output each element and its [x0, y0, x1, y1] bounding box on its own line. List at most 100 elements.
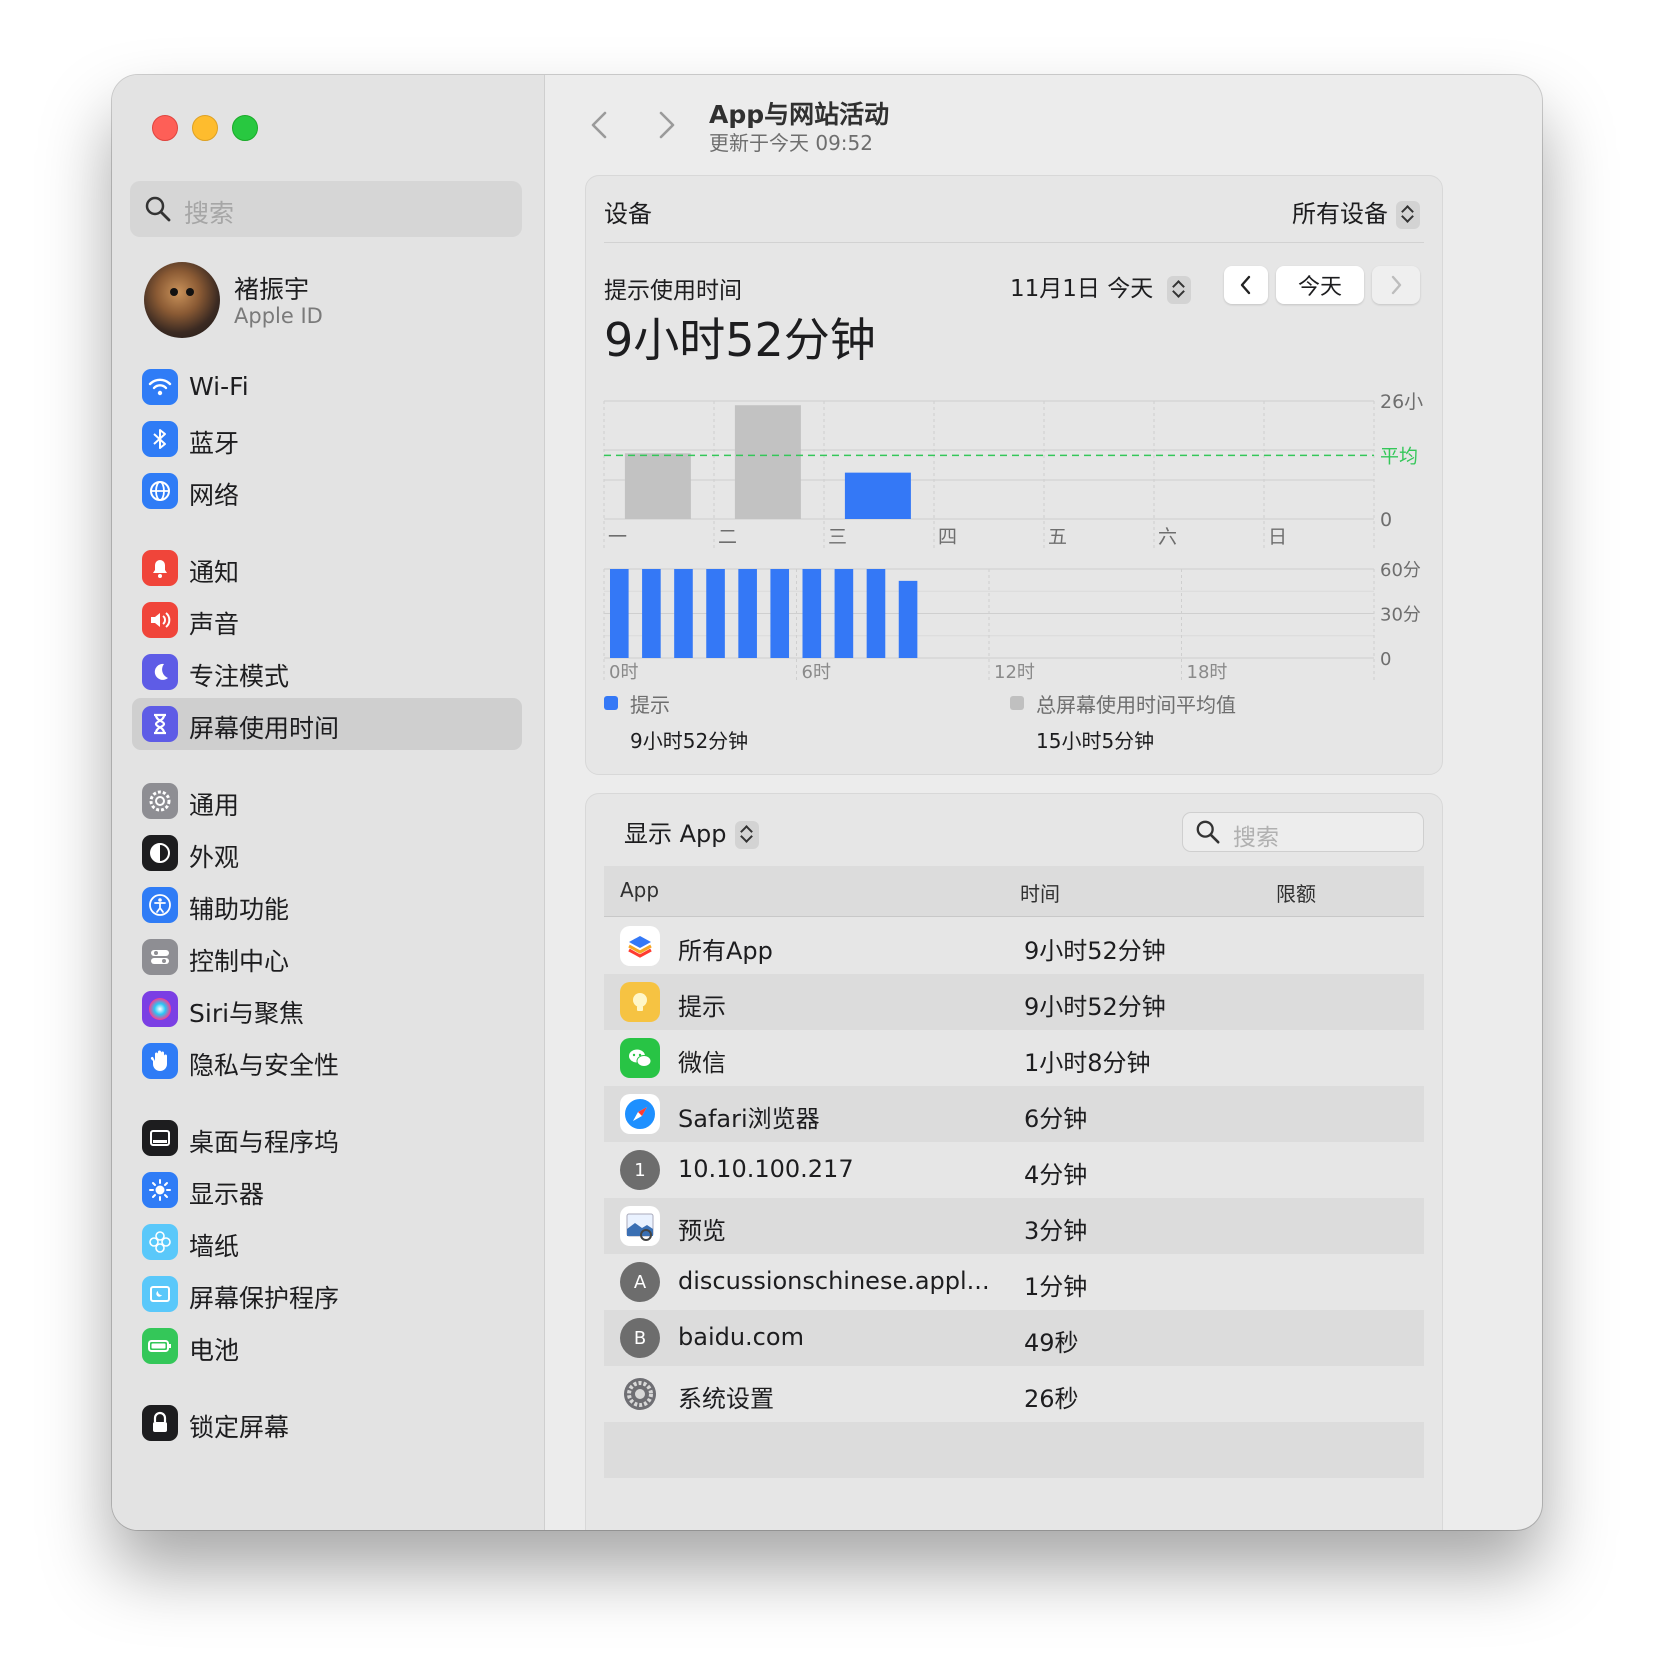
sidebar-item-label: 专注模式: [189, 662, 290, 691]
accessibility-icon: [142, 887, 178, 923]
safari-icon: [620, 1094, 660, 1134]
sidebar-item-sun[interactable]: 显示器: [132, 1164, 522, 1216]
table-row[interactable]: 微信 1小时8分钟: [604, 1030, 1424, 1086]
table-row[interactable]: 预览 3分钟: [604, 1198, 1424, 1254]
letter-avatar-icon: 1: [620, 1150, 660, 1190]
sidebar-item-screensaver[interactable]: 屏幕保护程序: [132, 1268, 522, 1320]
sidebar-item-moon[interactable]: 专注模式: [132, 646, 522, 698]
table-row[interactable]: 系统设置 26秒: [604, 1366, 1424, 1422]
hour-bar: [642, 569, 661, 658]
app-name: 10.10.100.217: [678, 1155, 854, 1183]
table-row[interactable]: [604, 1422, 1424, 1478]
sidebar-item-label: 电池: [189, 1336, 240, 1365]
zoom-button[interactable]: [232, 115, 258, 141]
x-tick-label: 12时: [994, 662, 1035, 683]
sidebar-item-label: Wi-Fi: [189, 372, 249, 401]
hour-bar: [610, 569, 629, 658]
table-row[interactable]: Bbaidu.com 49秒: [604, 1310, 1424, 1366]
sidebar-item-bluetooth[interactable]: 蓝牙: [132, 413, 522, 465]
show-apps-select[interactable]: 显示 App: [624, 814, 759, 849]
sun-icon: [142, 1172, 178, 1208]
apps-search-input[interactable]: 搜索: [1182, 812, 1424, 852]
sidebar: 搜索 褚振宇 Apple ID Wi-Fi 蓝牙 网络 通知 声音 专注模式 屏幕使用时间通…: [112, 75, 545, 1530]
x-tick-label: 18时: [1187, 662, 1228, 683]
table-row[interactable]: 所有App 9小时52分钟: [604, 918, 1424, 974]
dock-icon: [142, 1120, 178, 1156]
table-row[interactable]: 提示 9小时52分钟: [604, 974, 1424, 1030]
sidebar-item-label: 控制中心: [189, 947, 290, 976]
page-title: App与网站活动: [709, 100, 890, 129]
moon-icon: [142, 654, 178, 690]
minimize-button[interactable]: [192, 115, 218, 141]
search-icon: [1196, 820, 1220, 844]
letter-avatar-icon: A: [620, 1262, 660, 1302]
table-row[interactable]: Adiscussionschinese.appl... 1分钟: [604, 1254, 1424, 1310]
legend-label-tips: 提示: [630, 693, 670, 717]
screensaver-icon: [142, 1276, 178, 1312]
sidebar-item-gear[interactable]: 通用: [132, 775, 522, 827]
app-time: 1分钟: [1024, 1273, 1088, 1301]
avatar: [144, 262, 220, 338]
sidebar-item-label: 网络: [189, 481, 240, 510]
app-time: 6分钟: [1024, 1105, 1088, 1133]
sidebar-item-globe[interactable]: 网络: [132, 465, 522, 517]
column-header-app[interactable]: App: [620, 878, 659, 902]
sidebar-item-battery[interactable]: 电池: [132, 1320, 522, 1372]
sidebar-item-lock[interactable]: 锁定屏幕: [132, 1397, 522, 1449]
y-tick-label: 60分: [1380, 560, 1421, 581]
app-time: 9小时52分钟: [1024, 993, 1166, 1021]
hand-icon: [142, 1043, 178, 1079]
column-header-time[interactable]: 时间: [1020, 878, 1060, 907]
sidebar-item-siri[interactable]: Siri与聚焦: [132, 983, 522, 1035]
weekly-usage-chart: 一 二 三 四 五 六 日 平均 26小 0 0时 6时 12时 18时 60分 30分 0: [603, 391, 1423, 683]
hour-bar: [898, 580, 918, 658]
bell-icon: [142, 550, 178, 586]
app-name: 提示: [678, 993, 726, 1021]
close-button[interactable]: [152, 115, 178, 141]
appearance-icon: [142, 835, 178, 871]
x-tick-label: 四: [938, 526, 957, 548]
hour-bar: [674, 569, 693, 658]
search-placeholder: 搜索: [184, 199, 235, 228]
sidebar-item-label: Siri与聚焦: [189, 999, 305, 1028]
sidebar-search-input[interactable]: 搜索: [130, 181, 522, 237]
stepper-icon: [734, 821, 759, 849]
y-tick-label: 0: [1380, 509, 1392, 531]
control-center-icon: [142, 939, 178, 975]
column-header-limit[interactable]: 限额: [1276, 878, 1316, 907]
sidebar-item-label: 显示器: [189, 1180, 265, 1209]
app-time: 26秒: [1024, 1385, 1079, 1413]
sidebar-item-hand[interactable]: 隐私与安全性: [132, 1035, 522, 1087]
sidebar-item-hourglass[interactable]: 屏幕使用时间: [132, 698, 522, 750]
sidebar-item-speaker[interactable]: 声音: [132, 594, 522, 646]
usage-card: 设备 所有设备 提示使用时间 9小时52分钟 11月1日 今天 今天 一二三四五…: [585, 175, 1443, 775]
bar-一: [624, 453, 691, 519]
preview-icon: [620, 1206, 660, 1246]
sidebar-item-dock[interactable]: 桌面与程序坞: [132, 1112, 522, 1164]
speaker-icon: [142, 602, 178, 638]
sidebar-item-appearance[interactable]: 外观: [132, 827, 522, 879]
back-chevron-icon[interactable]: [585, 105, 615, 145]
hourglass-icon: [142, 706, 178, 742]
sidebar-item-control-center[interactable]: 控制中心: [132, 931, 522, 983]
x-tick-label: 一: [608, 526, 627, 548]
lock-icon: [142, 1405, 178, 1441]
table-row[interactable]: Safari浏览器 6分钟: [604, 1086, 1424, 1142]
forward-chevron-icon[interactable]: [651, 105, 681, 145]
app-name: discussionschinese.appl...: [678, 1267, 990, 1295]
legend-label-average: 总屏幕使用时间平均值: [1036, 693, 1236, 717]
legend-value-average: 15小时5分钟: [1036, 729, 1155, 753]
wifi-icon: [142, 369, 178, 405]
sidebar-item-wifi[interactable]: Wi-Fi: [132, 361, 522, 413]
sidebar-item-bell[interactable]: 通知: [132, 542, 522, 594]
sidebar-item-flower[interactable]: 墙纸: [132, 1216, 522, 1268]
table-row[interactable]: 1 10.10.100.217 4分钟: [604, 1142, 1424, 1198]
sidebar-item-label: 墙纸: [189, 1232, 240, 1261]
table-header: App 时间 限额: [604, 866, 1424, 917]
bar-三: [844, 472, 911, 519]
sidebar-item-accessibility[interactable]: 辅助功能: [132, 879, 522, 931]
main-content: App与网站活动 更新于今天 09:52 设备 所有设备 提示使用时间 9小时5…: [545, 75, 1542, 1530]
hour-bar: [738, 569, 757, 658]
app-time: 49秒: [1024, 1329, 1079, 1357]
sidebar-item-label: 辅助功能: [189, 895, 290, 924]
